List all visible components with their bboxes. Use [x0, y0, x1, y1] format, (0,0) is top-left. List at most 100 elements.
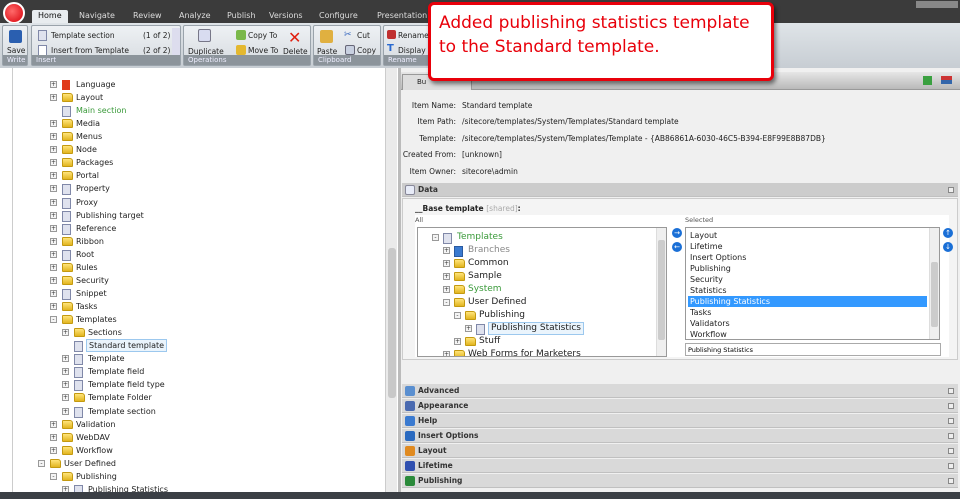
section-data[interactable]: Data	[402, 183, 958, 197]
tab-configure[interactable]: Configure	[313, 10, 364, 23]
tab-home[interactable]: Home	[32, 10, 68, 23]
tree-item[interactable]: + Ribbon	[0, 235, 380, 248]
tab-navigate[interactable]: Navigate	[73, 10, 121, 23]
gallery-scroll[interactable]	[172, 28, 180, 56]
tree-item[interactable]: + Layout	[0, 91, 380, 104]
tree-item[interactable]: Standard template	[0, 339, 380, 353]
tree-item[interactable]: + Workflow	[0, 444, 380, 457]
tab-publish[interactable]: Publish	[221, 10, 262, 23]
section-advanced[interactable]: Advanced	[402, 384, 958, 398]
remove-arrow-icon[interactable]: ←	[672, 242, 682, 252]
tree-item[interactable]: + Node	[0, 143, 380, 156]
expand-icon[interactable]: +	[50, 81, 57, 88]
tree-item[interactable]: + Template field	[0, 365, 380, 379]
tab-analyze[interactable]: Analyze	[173, 10, 217, 23]
expand-icon[interactable]: +	[50, 120, 57, 128]
expand-icon[interactable]: +	[443, 351, 450, 356]
move-up-icon[interactable]: ↑	[943, 228, 953, 238]
add-arrow-icon[interactable]: →	[672, 228, 682, 238]
app-logo-button[interactable]	[3, 2, 25, 24]
cut-button[interactable]: Cut	[357, 31, 370, 40]
expand-icon[interactable]: +	[50, 303, 57, 311]
section-publishing[interactable]: Publishing	[402, 474, 958, 488]
expand-icon[interactable]: +	[50, 276, 57, 284]
template-tree-item[interactable]: + Branches	[418, 244, 653, 257]
expand-icon[interactable]: +	[50, 211, 57, 219]
collapse-icon[interactable]	[948, 187, 954, 193]
tree-item[interactable]: + Snippet	[0, 287, 380, 300]
splitter[interactable]	[398, 68, 401, 492]
tree-item[interactable]: + Language	[0, 78, 380, 91]
collapse-icon[interactable]: -	[432, 234, 439, 241]
all-tree-scrollbar[interactable]	[656, 228, 666, 356]
tree-item[interactable]: + Media	[0, 117, 380, 130]
move-down-icon[interactable]: ↓	[943, 242, 953, 252]
expand-icon[interactable]: +	[50, 146, 57, 154]
section-help[interactable]: Help	[402, 414, 958, 428]
collapse-icon[interactable]: -	[443, 299, 450, 306]
move-to-button[interactable]: Move To	[248, 46, 278, 55]
expand-icon[interactable]: +	[50, 250, 57, 258]
selected-list-item[interactable]: Publishing Statistics	[688, 296, 927, 307]
tab-presentation[interactable]: Presentation	[371, 10, 433, 23]
tree-item[interactable]: + Root	[0, 248, 380, 261]
section-insert-options[interactable]: Insert Options	[402, 429, 958, 443]
expand-icon[interactable]	[948, 388, 954, 394]
navigate-icon[interactable]	[923, 76, 932, 85]
collapse-icon[interactable]: -	[50, 472, 57, 480]
selected-list-item[interactable]: Insert Options	[688, 252, 927, 263]
expand-icon[interactable]: +	[443, 247, 450, 254]
template-tree-item[interactable]: - User Defined	[418, 296, 653, 309]
template-tree-item[interactable]: + Web Forms for Marketers	[418, 348, 653, 356]
expand-icon[interactable]: +	[62, 407, 69, 415]
tree-item[interactable]: + Tasks	[0, 300, 380, 313]
tree-item[interactable]: + Template field type	[0, 378, 380, 392]
language-flag-icon[interactable]	[941, 76, 952, 84]
template-tree-item[interactable]: + Common	[418, 257, 653, 270]
template-tree-item[interactable]: - Templates	[418, 231, 653, 244]
expand-icon[interactable]	[948, 418, 954, 424]
insert-item[interactable]: Insert from Template	[51, 46, 129, 55]
tree-item[interactable]: + Reference	[0, 222, 380, 235]
expand-icon[interactable]: +	[454, 338, 461, 345]
tree-item[interactable]: + Rules	[0, 261, 380, 274]
tree-item[interactable]: + Publishing Statistics	[0, 483, 380, 492]
selected-list-item[interactable]: Layout	[688, 230, 927, 241]
template-tree-item[interactable]: + Sample	[418, 270, 653, 283]
expand-icon[interactable]	[948, 403, 954, 409]
tree-item[interactable]: + Portal	[0, 169, 380, 182]
tree-item[interactable]: + Packages	[0, 156, 380, 169]
expand-icon[interactable]: +	[62, 394, 69, 402]
tree-item[interactable]: + Validation	[0, 418, 380, 431]
tree-item[interactable]: Main section	[0, 104, 380, 118]
selected-list-scrollbar[interactable]	[929, 228, 939, 339]
selected-list-item[interactable]: Statistics	[688, 285, 927, 296]
tree-item[interactable]: - Templates	[0, 313, 380, 326]
expand-icon[interactable]: +	[465, 325, 472, 332]
expand-icon[interactable]: +	[50, 94, 57, 102]
template-tree-item[interactable]: + System	[418, 283, 653, 296]
expand-icon[interactable]: +	[443, 273, 450, 280]
expand-icon[interactable]: +	[62, 368, 69, 376]
expand-icon[interactable]: +	[50, 446, 57, 454]
expand-icon[interactable]: +	[443, 260, 450, 267]
tree-item[interactable]: + Sections	[0, 326, 380, 339]
selected-list-item[interactable]: Lifetime	[688, 241, 927, 252]
selected-list-item[interactable]: Workflow	[688, 329, 927, 339]
rename-button[interactable]: Rename	[398, 31, 429, 40]
selected-list-item[interactable]: Publishing	[688, 263, 927, 274]
expand-icon[interactable]: +	[50, 263, 57, 271]
save-button[interactable]: Save	[7, 46, 25, 55]
expand-icon[interactable]	[948, 478, 954, 484]
section-lifetime[interactable]: Lifetime	[402, 459, 958, 473]
selected-item-input[interactable]	[685, 343, 941, 356]
tree-item[interactable]: + Security	[0, 274, 380, 287]
tree-item[interactable]: - User Defined	[0, 457, 380, 470]
expand-icon[interactable]: +	[50, 198, 57, 206]
tree-item[interactable]: + Template	[0, 352, 380, 366]
tree-item[interactable]: + Template Folder	[0, 391, 380, 404]
collapse-icon[interactable]: -	[454, 312, 461, 319]
tab-versions[interactable]: Versions	[263, 10, 309, 23]
copy-to-button[interactable]: Copy To	[248, 31, 277, 40]
insert-item[interactable]: Template section	[51, 31, 115, 40]
